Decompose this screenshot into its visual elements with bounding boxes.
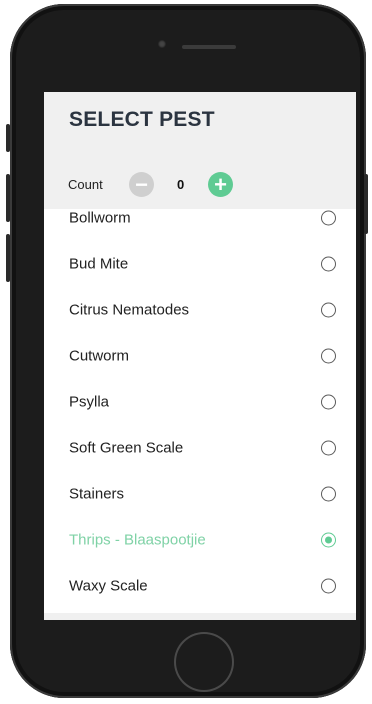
pest-list-item[interactable]: Cutworm: [44, 333, 356, 379]
plus-icon: +: [214, 171, 227, 197]
pest-list: Bollworm Bud Mite Citrus Nematodes Cutworm P…: [44, 209, 356, 613]
decrement-button[interactable]: −: [129, 172, 154, 197]
power-button: [364, 174, 368, 234]
radio-unchecked-icon[interactable]: [321, 394, 336, 410]
radio-unchecked-icon[interactable]: [321, 348, 336, 364]
pest-list-item[interactable]: Bud Mite: [44, 241, 356, 287]
radio-unchecked-icon[interactable]: [321, 486, 336, 502]
count-row: Count − 0 +: [44, 168, 356, 200]
pest-label: Citrus Nematodes: [69, 301, 190, 319]
pest-label: Cutworm: [69, 347, 130, 365]
radio-checked-icon[interactable]: [321, 532, 336, 548]
count-label: Count: [68, 177, 103, 192]
volume-down-button: [6, 234, 10, 282]
front-camera: [158, 40, 166, 48]
mute-switch: [6, 124, 10, 152]
pest-label: Psylla: [69, 393, 110, 411]
radio-unchecked-icon[interactable]: [321, 302, 336, 318]
volume-up-button: [6, 174, 10, 222]
pest-list-item[interactable]: Thrips - Blaaspootjie: [44, 517, 356, 563]
count-value: 0: [177, 177, 185, 192]
pest-list-item[interactable]: Soft Green Scale: [44, 425, 356, 471]
radio-unchecked-icon[interactable]: [321, 210, 336, 226]
pest-label: Waxy Scale: [69, 577, 148, 595]
pest-label: Bud Mite: [69, 255, 129, 273]
minus-icon: −: [135, 171, 148, 197]
pest-label: Thrips - Blaaspootjie: [69, 531, 206, 549]
radio-unchecked-icon[interactable]: [321, 578, 336, 594]
radio-unchecked-icon[interactable]: [321, 256, 336, 272]
home-button[interactable]: [174, 632, 234, 692]
screen: SELECT PEST Count − 0 + Bollworm Bud Mite…: [44, 92, 356, 620]
pest-list-item[interactable]: Waxy Scale: [44, 563, 356, 609]
radio-unchecked-icon[interactable]: [321, 440, 336, 456]
pest-list-item[interactable]: Stainers: [44, 471, 356, 517]
increment-button[interactable]: +: [208, 172, 233, 197]
pest-list-item[interactable]: Bollworm: [44, 209, 356, 241]
pest-label: Soft Green Scale: [69, 439, 184, 457]
phone-frame: SELECT PEST Count − 0 + Bollworm Bud Mite…: [6, 4, 368, 698]
page-title: SELECT PEST: [69, 108, 215, 131]
pest-label: Stainers: [69, 485, 125, 503]
pest-list-item[interactable]: Psylla: [44, 379, 356, 425]
pest-label: Bollworm: [69, 209, 131, 227]
pest-list-item[interactable]: Citrus Nematodes: [44, 287, 356, 333]
earpiece-speaker: [182, 45, 236, 49]
